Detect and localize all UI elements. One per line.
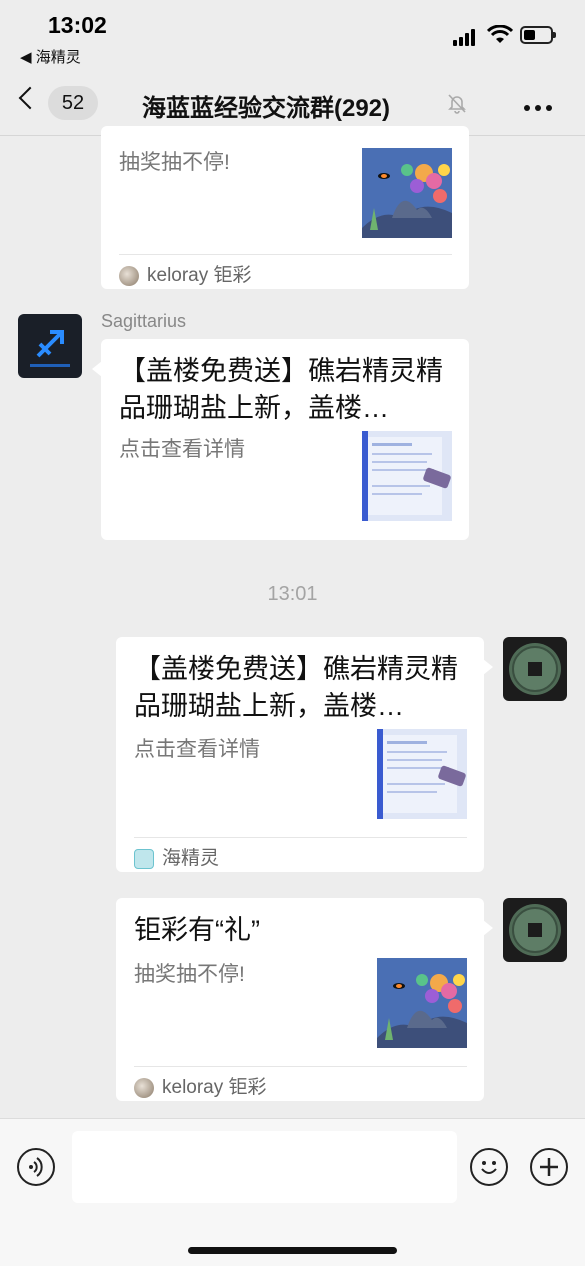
card-title: 钜彩有“礼”: [134, 915, 260, 945]
coin-avatar-icon: [503, 637, 567, 701]
card-thumbnail: [377, 729, 467, 819]
my-avatar[interactable]: [503, 637, 567, 701]
voice-icon[interactable]: [17, 1148, 55, 1186]
card-description: 抽奖抽不停!: [119, 151, 230, 174]
battery-icon: [520, 26, 556, 44]
coral-reef-image: [362, 148, 452, 238]
unread-count-badge[interactable]: 52: [48, 86, 98, 120]
haijingling-logo-icon: [134, 848, 154, 869]
card-title: 【盖楼免费送】礁岩精灵精品珊瑚盐上新，盖楼…: [134, 654, 458, 721]
document-preview-image: [362, 431, 452, 521]
back-chevron-icon[interactable]: [18, 86, 42, 110]
chat-title: 海蓝蓝经验交流群(292): [142, 95, 391, 122]
my-avatar[interactable]: [503, 898, 567, 962]
keloray-logo-icon: [119, 265, 139, 286]
home-indicator[interactable]: [188, 1247, 397, 1254]
link-card-message[interactable]: 【盖楼免费送】礁岩精灵精品珊瑚盐上新，盖楼… 点击查看详情 海精灵: [116, 637, 493, 872]
sagittarius-avatar[interactable]: [18, 314, 82, 378]
card-thumbnail: [377, 958, 467, 1048]
time-separator: 13:01: [267, 583, 318, 605]
card-description: 抽奖抽不停!: [134, 963, 245, 986]
voice-wave-icon: [29, 1157, 43, 1177]
coral-reef-image: [377, 958, 467, 1048]
sender-name: Sagittarius: [101, 311, 187, 331]
more-dots-icon[interactable]: [524, 98, 557, 116]
cellular-signal-icon: [453, 28, 479, 46]
link-card-message[interactable]: 钜彩有“礼” 抽奖抽不停! keloray 钜彩: [116, 898, 493, 1101]
card-thumbnail: [362, 148, 452, 238]
sagittarius-icon: [18, 314, 82, 378]
emoji-icon[interactable]: [470, 1148, 508, 1186]
message-input-bar: [0, 1118, 585, 1266]
card-title: 【盖楼免费送】礁岩精灵精品珊瑚盐上新，盖楼…: [119, 356, 443, 423]
wifi-icon: [487, 25, 513, 43]
card-divider: [119, 254, 452, 255]
card-source: keloray 钜彩: [119, 260, 252, 287]
plus-icon[interactable]: [530, 1148, 568, 1186]
mute-bell-icon: [448, 94, 466, 114]
link-card-message[interactable]: 抽奖抽不停! keloray 钜彩: [101, 126, 469, 289]
keloray-logo-icon: [134, 1077, 154, 1098]
message-input[interactable]: [72, 1131, 457, 1203]
document-preview-image: [377, 729, 467, 819]
coin-avatar-icon: [503, 898, 567, 962]
card-description: 点击查看详情: [119, 438, 245, 461]
status-time: 13:02: [48, 12, 107, 38]
card-divider: [134, 1066, 467, 1067]
card-thumbnail: [362, 431, 452, 521]
card-divider: [134, 837, 467, 838]
back-to-app-link[interactable]: ◀ 海精灵: [20, 46, 81, 67]
link-card-message[interactable]: 【盖楼免费送】礁岩精灵精品珊瑚盐上新，盖楼… 点击查看详情: [92, 339, 469, 540]
plus-cross-icon: [540, 1158, 558, 1176]
card-source: keloray 钜彩: [134, 1072, 267, 1099]
smile-face-icon: [481, 1161, 497, 1174]
card-source: 海精灵: [134, 843, 219, 870]
card-description: 点击查看详情: [134, 738, 260, 761]
